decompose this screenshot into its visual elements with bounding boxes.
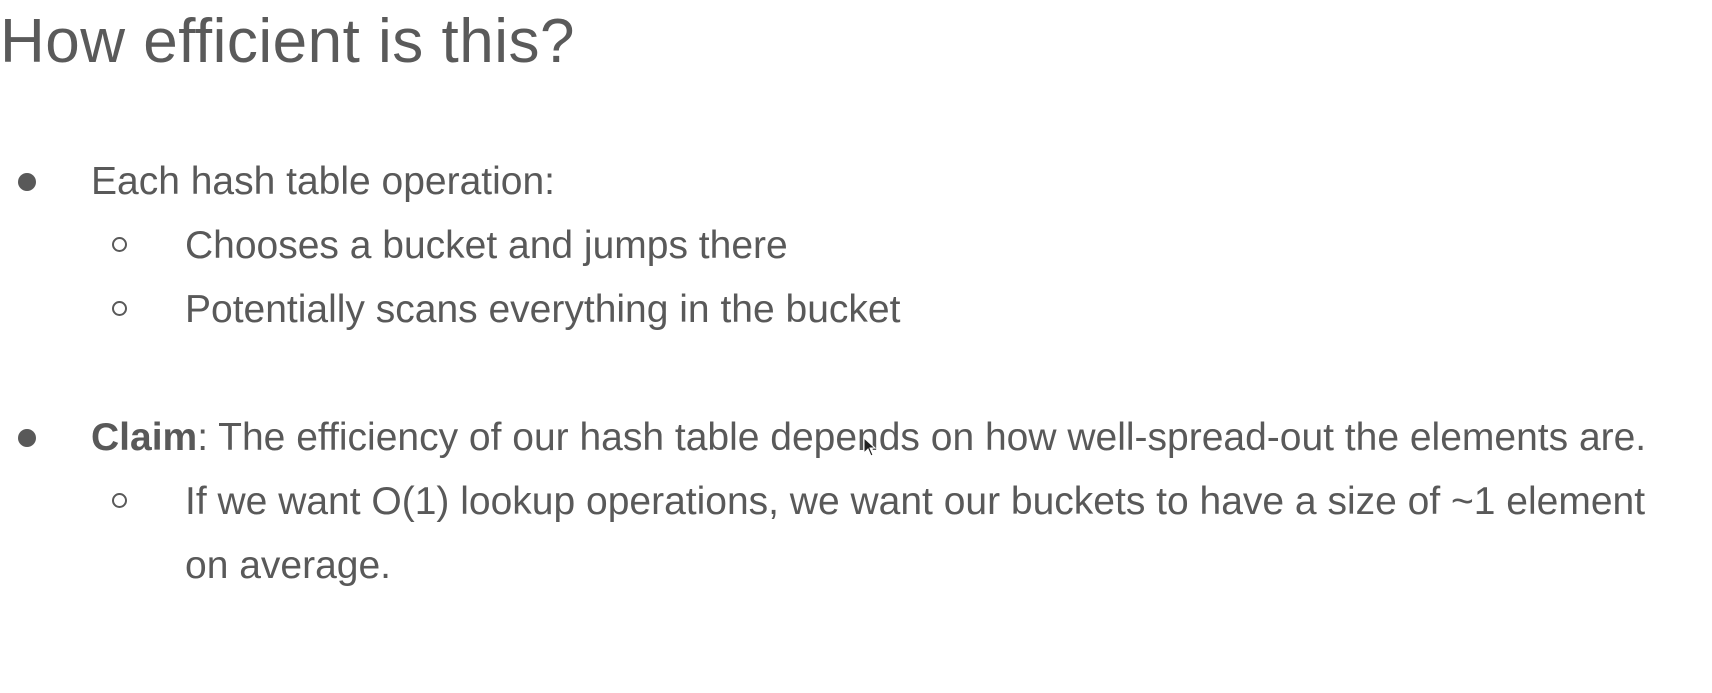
slide-title: How efficient is this? xyxy=(0,7,575,76)
bullet-hash-table-operation: Each hash table operation: Chooses a buc… xyxy=(0,150,1712,342)
mouse-pointer-icon xyxy=(863,437,877,457)
sub-bullet-item: If we want O(1) lookup operations, we wa… xyxy=(91,470,1712,598)
sub-bullet-item: Chooses a bucket and jumps there xyxy=(91,214,1712,278)
hollow-circle-bullet-icon xyxy=(112,237,127,252)
slide: How efficient is this? Each hash table o… xyxy=(0,0,1712,693)
claim-body: : The efficiency of our hash table depen… xyxy=(197,416,1647,459)
sub-bullet-text: Potentially scans everything in the buck… xyxy=(185,288,901,331)
hollow-circle-bullet-icon xyxy=(112,493,127,508)
sub-bullet-list: Chooses a bucket and jumps there Potenti… xyxy=(91,214,1712,342)
filled-circle-bullet-icon xyxy=(18,429,36,447)
hollow-circle-bullet-icon xyxy=(112,301,127,316)
filled-circle-bullet-icon xyxy=(18,173,36,191)
bullet-claim: Claim: The efficiency of our hash table … xyxy=(0,406,1712,598)
claim-text: Claim: The efficiency of our hash table … xyxy=(91,406,1681,470)
sub-bullet-list: If we want O(1) lookup operations, we wa… xyxy=(91,470,1712,598)
claim-label: Claim xyxy=(91,416,198,459)
sub-bullet-text: If we want O(1) lookup operations, we wa… xyxy=(185,480,1646,587)
bullet-text: Each hash table operation: xyxy=(91,160,556,203)
sub-bullet-text: Chooses a bucket and jumps there xyxy=(185,224,788,267)
sub-bullet-item: Potentially scans everything in the buck… xyxy=(91,278,1712,342)
bullet-list: Each hash table operation: Chooses a buc… xyxy=(0,150,1712,598)
